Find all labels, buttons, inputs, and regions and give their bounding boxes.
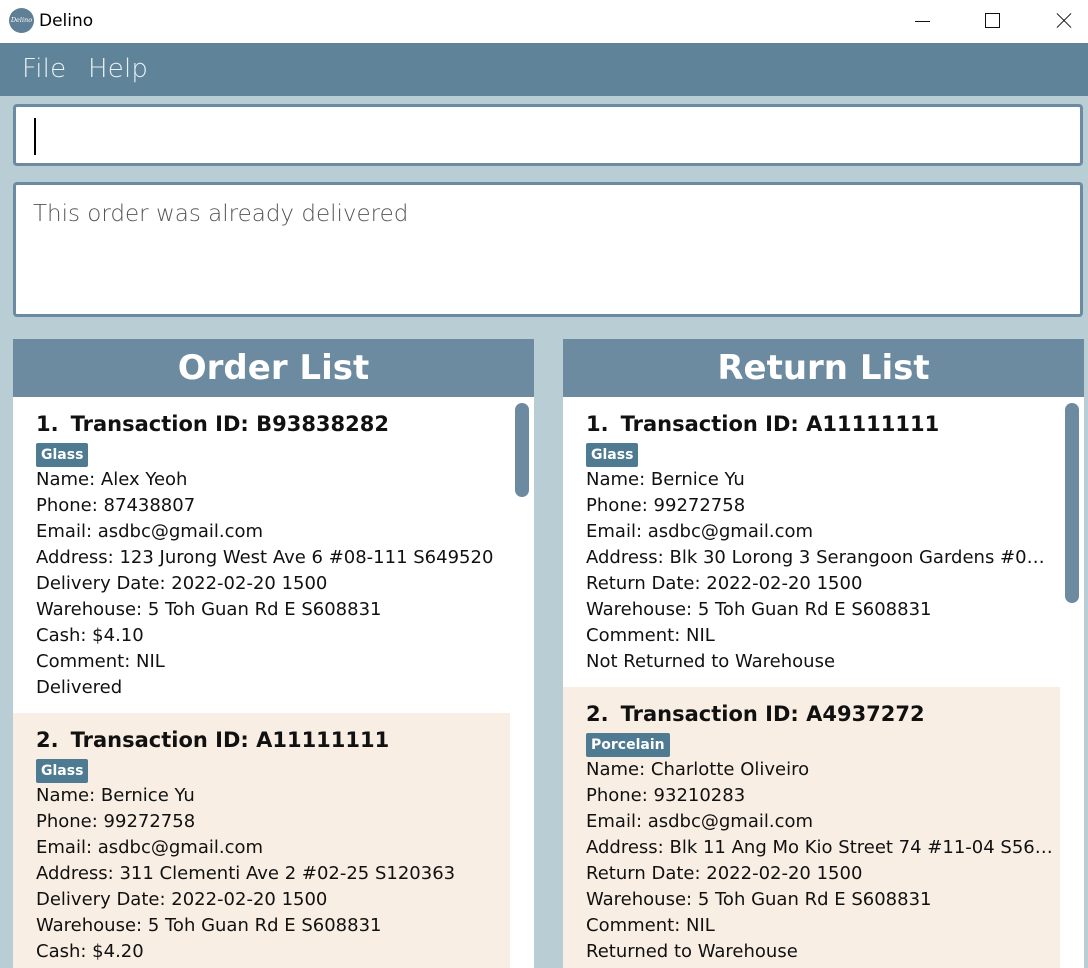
- close-icon[interactable]: [1027, 0, 1088, 43]
- order-card-header: 1. Transaction ID: B93838282: [36, 409, 510, 439]
- return-address: Address: Blk 11 Ang Mo Kio Street 74 #11…: [586, 837, 1056, 858]
- window-title: Delino: [39, 11, 94, 31]
- menu-bar: File Help: [0, 43, 1088, 96]
- return-card-header: 2. Transaction ID: A4937272: [586, 699, 1060, 729]
- order-index: 1.: [36, 412, 59, 436]
- order-warehouse: Warehouse: 5 Toh Guan Rd E S608831: [36, 915, 382, 936]
- return-comment: Comment: NIL: [586, 915, 715, 936]
- app-logo: Delino: [9, 8, 34, 33]
- order-transaction-id: Transaction ID: A11111111: [70, 728, 390, 752]
- item-tag: Glass: [36, 759, 89, 783]
- order-cash: Cash: $4.10: [36, 625, 144, 646]
- order-email: Email: asdbc@gmail.com: [36, 837, 264, 858]
- return-index: 1.: [586, 412, 609, 436]
- item-tag: Porcelain: [586, 733, 670, 757]
- order-delivery-date: Delivery Date: 2022-02-20 1500: [36, 573, 328, 594]
- result-message: This order was already delivered: [33, 201, 409, 227]
- return-name: Name: Bernice Yu: [586, 469, 745, 490]
- return-list-scrollbar[interactable]: [1065, 403, 1079, 603]
- order-card-header: 2. Transaction ID: A11111111: [36, 725, 510, 755]
- return-list[interactable]: 1. Transaction ID: A11111111 Glass Name: …: [563, 397, 1084, 968]
- maximize-icon[interactable]: [957, 0, 1027, 43]
- return-comment: Comment: NIL: [586, 625, 715, 646]
- order-list[interactable]: 1. Transaction ID: B93838282 Glass Name: …: [13, 397, 534, 968]
- order-delivery-date: Delivery Date: 2022-02-20 1500: [36, 889, 328, 910]
- return-card-header: 1. Transaction ID: A11111111: [586, 409, 1060, 439]
- return-date: Return Date: 2022-02-20 1500: [586, 573, 863, 594]
- return-list-panel: Return List 1. Transaction ID: A11111111 …: [563, 339, 1084, 968]
- return-index: 2.: [586, 702, 609, 726]
- order-address: Address: 311 Clementi Ave 2 #02-25 S1203…: [36, 863, 456, 884]
- order-list-panel: Order List 1. Transaction ID: B93838282 G…: [13, 339, 534, 968]
- order-comment: Comment: NIL: [36, 651, 165, 672]
- minimize-icon[interactable]: [887, 0, 957, 43]
- order-email: Email: asdbc@gmail.com: [36, 521, 264, 542]
- return-transaction-id: Transaction ID: A11111111: [620, 412, 940, 436]
- return-email: Email: asdbc@gmail.com: [586, 811, 814, 832]
- command-input[interactable]: [13, 104, 1083, 166]
- return-status: Returned to Warehouse: [586, 941, 798, 962]
- return-phone: Phone: 93210283: [586, 785, 746, 806]
- order-cash: Cash: $4.20: [36, 941, 144, 962]
- return-card[interactable]: 1. Transaction ID: A11111111 Glass Name: …: [563, 397, 1060, 687]
- order-name: Name: Alex Yeoh: [36, 469, 188, 490]
- order-phone: Phone: 99272758: [36, 811, 196, 832]
- return-address: Address: Blk 30 Lorong 3 Serangoon Garde…: [586, 547, 1056, 568]
- text-caret: [34, 118, 36, 155]
- order-name: Name: Bernice Yu: [36, 785, 195, 806]
- return-email: Email: asdbc@gmail.com: [586, 521, 814, 542]
- order-status: Delivered: [36, 677, 123, 698]
- return-warehouse: Warehouse: 5 Toh Guan Rd E S608831: [586, 599, 932, 620]
- menu-file[interactable]: File: [22, 54, 66, 84]
- item-tag: Glass: [36, 443, 89, 467]
- order-phone: Phone: 87438807: [36, 495, 196, 516]
- title-bar: Delino Delino: [0, 0, 1088, 43]
- return-phone: Phone: 99272758: [586, 495, 746, 516]
- result-display: This order was already delivered: [13, 182, 1083, 317]
- order-index: 2.: [36, 728, 59, 752]
- item-tag: Glass: [586, 443, 639, 467]
- order-card[interactable]: 1. Transaction ID: B93838282 Glass Name: …: [13, 397, 510, 713]
- return-date: Return Date: 2022-02-20 1500: [586, 863, 863, 884]
- order-warehouse: Warehouse: 5 Toh Guan Rd E S608831: [36, 599, 382, 620]
- return-status: Not Returned to Warehouse: [586, 651, 836, 672]
- order-address: Address: 123 Jurong West Ave 6 #08-111 S…: [36, 547, 494, 568]
- order-transaction-id: Transaction ID: B93838282: [70, 412, 389, 436]
- return-list-title: Return List: [563, 339, 1084, 397]
- return-name: Name: Charlotte Oliveiro: [586, 759, 810, 780]
- order-list-title: Order List: [13, 339, 534, 397]
- return-warehouse: Warehouse: 5 Toh Guan Rd E S608831: [586, 889, 932, 910]
- order-list-scrollbar[interactable]: [515, 403, 529, 497]
- return-card[interactable]: 2. Transaction ID: A4937272 Porcelain Nam…: [563, 687, 1060, 968]
- menu-help[interactable]: Help: [88, 54, 148, 84]
- return-transaction-id: Transaction ID: A4937272: [620, 702, 925, 726]
- order-card[interactable]: 2. Transaction ID: A11111111 Glass Name: …: [13, 713, 510, 968]
